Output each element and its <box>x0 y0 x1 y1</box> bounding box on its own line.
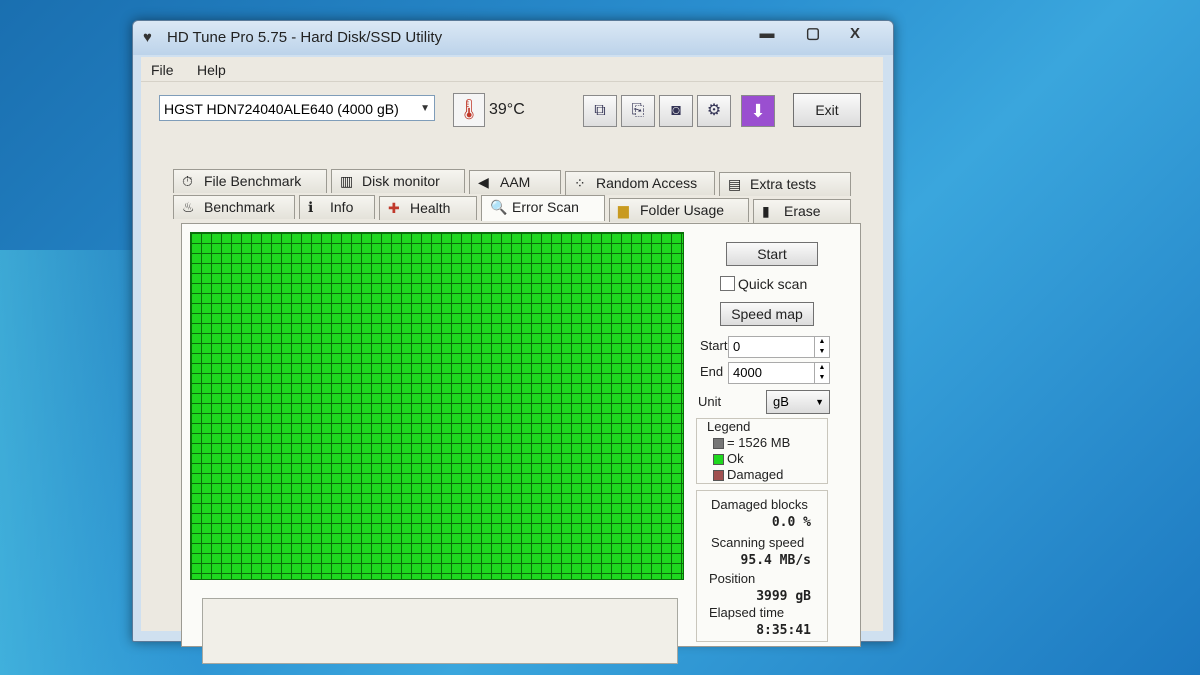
error-scan-panel: Start Quick scan Speed map Start 0 ▲ ▼ E… <box>181 223 861 664</box>
legend-ok: Ok <box>713 451 744 466</box>
tab-info[interactable]: ℹ Info <box>299 195 375 219</box>
legend-damaged: Damaged <box>713 467 783 482</box>
speaker-icon: ◀ <box>478 174 489 190</box>
block-size-swatch <box>713 438 724 450</box>
start-scan-button[interactable]: Start <box>726 242 818 266</box>
health-cross-icon: ✚ <box>388 200 400 216</box>
disk-monitor-icon: ▥ <box>340 173 354 189</box>
tab-health[interactable]: ✚ Health <box>379 196 477 220</box>
app-window: ♥ HD Tune Pro 5.75 - Hard Disk/SSD Utili… <box>132 20 894 664</box>
file-benchmark-icon: ⏱ <box>182 173 193 189</box>
random-access-icon: ⁘ <box>574 175 586 191</box>
drive-dropdown-value: HGST HDN724040ALE640 (4000 gB) <box>164 101 399 117</box>
menu-file[interactable]: File <box>151 62 174 78</box>
client-area: File Help HGST HDN724040ALE640 (4000 gB)… <box>141 57 883 664</box>
end-label: End <box>700 364 724 379</box>
screenshot-button[interactable]: ◙ <box>659 95 693 127</box>
scanning-speed-label: Scanning speed <box>711 535 805 550</box>
damaged-swatch <box>713 470 724 482</box>
chevron-down-icon: ▼ <box>420 103 430 114</box>
tab-disk-monitor[interactable]: ▥ Disk monitor <box>331 169 465 193</box>
exit-button[interactable]: Exit <box>793 93 861 127</box>
thermometer-icon: 🌡 <box>453 93 485 127</box>
damaged-blocks-label: Damaged blocks <box>711 497 808 512</box>
status-box <box>202 598 678 664</box>
scanning-speed-value: 95.4 MB/s <box>740 553 811 568</box>
trash-icon: ▮ <box>762 203 770 219</box>
quick-scan-label: Quick scan <box>738 276 808 292</box>
options-button[interactable]: ⚙ <box>697 95 731 127</box>
chevron-down-icon: ▼ <box>815 397 824 407</box>
camera-icon: ◙ <box>671 102 681 119</box>
elapsed-time-value: 8:35:41 <box>756 623 811 638</box>
copy-button[interactable]: ⧉ <box>583 95 617 127</box>
tab-folder-usage[interactable]: ▆ Folder Usage <box>609 198 749 222</box>
block-map <box>190 232 684 580</box>
stats-group: Damaged blocks 0.0 % Scanning speed 95.4… <box>696 490 828 642</box>
title-bar[interactable]: ♥ HD Tune Pro 5.75 - Hard Disk/SSD Utili… <box>133 21 893 55</box>
minimize-button[interactable]: ▬ <box>747 23 787 45</box>
close-button[interactable]: X <box>833 23 877 45</box>
copy-icon: ⧉ <box>594 102 606 119</box>
benchmark-icon: ♨ <box>182 199 195 215</box>
position-value: 3999 gB <box>756 589 811 604</box>
info-icon: ℹ <box>308 199 314 215</box>
elapsed-time-label: Elapsed time <box>709 605 785 620</box>
tab-random-access[interactable]: ⁘ Random Access <box>565 171 715 195</box>
options-icon: ⚙ <box>706 102 722 119</box>
unit-label: Unit <box>698 394 722 409</box>
ok-swatch <box>713 454 724 466</box>
spin-up-icon[interactable]: ▲ <box>814 363 829 373</box>
menu-bar: File Help <box>141 57 883 82</box>
legend-title: Legend <box>707 419 751 434</box>
drive-dropdown[interactable]: HGST HDN724040ALE640 (4000 gB) ▼ <box>159 95 435 121</box>
copy-text-icon: ⎘ <box>631 102 645 119</box>
window-title: HD Tune Pro 5.75 - Hard Disk/SSD Utility <box>167 29 443 46</box>
spin-down-icon[interactable]: ▼ <box>814 373 829 383</box>
end-value: 4000 <box>733 365 762 380</box>
spin-down-icon[interactable]: ▼ <box>814 347 829 357</box>
end-input[interactable]: 4000 ▲ ▼ <box>728 362 830 384</box>
download-icon: ⬇ <box>750 101 766 121</box>
magnifier-icon: 🔍 <box>490 199 508 215</box>
tab-file-benchmark[interactable]: ⏱ File Benchmark <box>173 169 327 193</box>
maximize-button[interactable]: ▢ <box>793 23 833 45</box>
spin-up-icon[interactable]: ▲ <box>814 337 829 347</box>
quick-scan-checkbox[interactable] <box>720 276 735 291</box>
start-label: Start <box>700 338 728 353</box>
save-button[interactable]: ⬇ <box>741 95 775 127</box>
tab-erase[interactable]: ▮ Erase <box>753 199 851 223</box>
speed-map-button[interactable]: Speed map <box>720 302 814 326</box>
extra-tests-icon: ▤ <box>728 176 742 192</box>
tab-error-scan[interactable]: 🔍 Error Scan <box>481 195 605 221</box>
start-input[interactable]: 0 ▲ ▼ <box>728 336 830 358</box>
legend-block-size: = 1526 MB <box>713 435 790 450</box>
copy-text-button[interactable]: ⎘ <box>621 95 655 127</box>
tab-benchmark[interactable]: ♨ Benchmark <box>173 195 295 219</box>
app-icon: ♥ <box>143 29 152 46</box>
menu-help[interactable]: Help <box>197 62 226 78</box>
damaged-blocks-value: 0.0 % <box>771 515 811 530</box>
temperature-readout: 39°C <box>489 101 525 118</box>
tab-aam[interactable]: ◀ AAM <box>469 170 561 194</box>
start-value: 0 <box>733 339 741 354</box>
tab-extra-tests[interactable]: ▤ Extra tests <box>719 172 851 196</box>
unit-value: gB <box>773 394 789 409</box>
unit-dropdown[interactable]: gB ▼ <box>766 390 830 414</box>
position-label: Position <box>709 571 756 586</box>
folder-icon: ▆ <box>618 202 629 218</box>
legend-group: Legend = 1526 MB Ok Damaged <box>696 418 828 484</box>
